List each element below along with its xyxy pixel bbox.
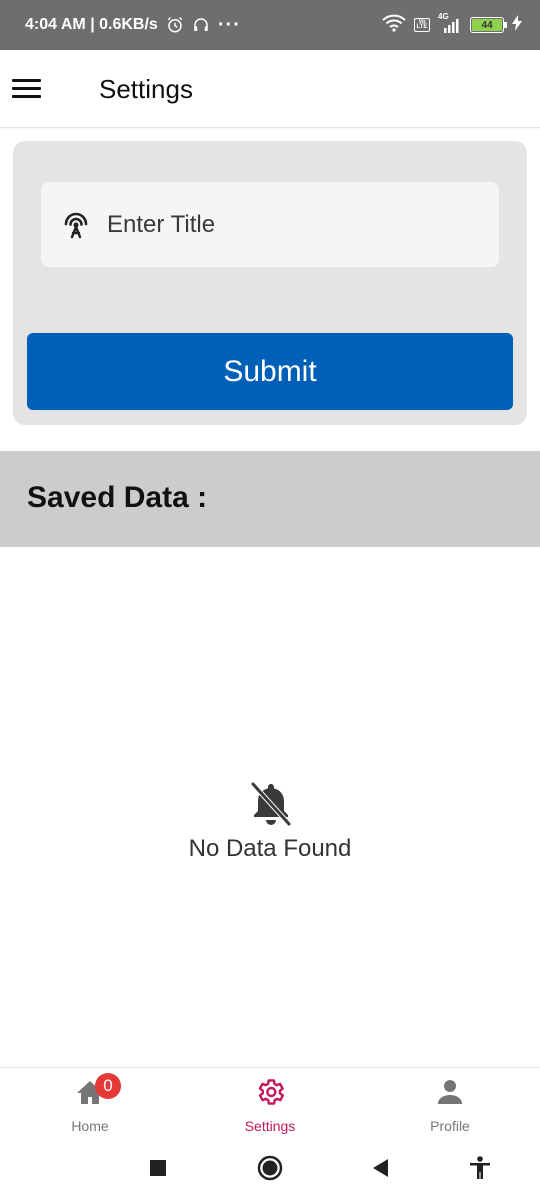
empty-state: No Data Found: [0, 780, 540, 870]
empty-message: No Data Found: [188, 835, 352, 862]
wifi-icon: [382, 14, 406, 37]
bottom-nav: 0 Home Settings Profile: [0, 1067, 540, 1143]
volte-icon: Vo LTE: [414, 18, 430, 32]
submit-button[interactable]: Submit: [27, 333, 513, 410]
nav-item-settings[interactable]: Settings: [180, 1068, 360, 1144]
system-nav-bar: [0, 1143, 540, 1200]
nav-label-settings: Settings: [244, 1118, 296, 1134]
signal-icon: 4G: [438, 12, 462, 34]
title-input[interactable]: [107, 204, 487, 246]
hamburger-menu-icon[interactable]: [12, 76, 42, 102]
status-bar: 4:04 AM | 0.6KB/s ··· Vo LTE 4G 44: [0, 0, 540, 50]
status-left: 4:04 AM | 0.6KB/s ···: [25, 0, 241, 50]
headset-icon: [192, 16, 210, 34]
nav-label-home: Home: [71, 1118, 109, 1134]
battery-icon: 44: [470, 17, 507, 33]
recents-icon[interactable]: [143, 1153, 173, 1183]
form-card: Submit: [13, 141, 527, 425]
more-indicator: ···: [217, 13, 241, 36]
notification-badge: 0: [95, 1073, 121, 1099]
status-time: 4:04 AM | 0.6KB/s: [25, 16, 158, 33]
nav-label-profile: Profile: [430, 1118, 470, 1134]
nav-item-profile[interactable]: Profile: [360, 1068, 540, 1144]
saved-data-heading: Saved Data :: [27, 481, 208, 514]
page-title: Settings: [99, 74, 193, 104]
battery-level: 44: [472, 19, 502, 31]
nav-item-home[interactable]: 0 Home: [0, 1068, 180, 1144]
home-circle-icon[interactable]: [255, 1153, 285, 1183]
status-right: Vo LTE 4G 44: [382, 0, 522, 50]
alarm-icon: [166, 16, 184, 34]
antenna-icon: [60, 208, 92, 240]
person-icon: [434, 1076, 466, 1108]
gear-icon: [254, 1076, 286, 1108]
app-bar: Settings: [0, 50, 540, 128]
screen: 4:04 AM | 0.6KB/s ··· Vo LTE 4G 44 Setti…: [0, 0, 540, 1200]
title-field[interactable]: [41, 182, 499, 267]
back-icon[interactable]: [366, 1153, 396, 1183]
accessibility-icon[interactable]: [465, 1153, 495, 1183]
saved-data-header: Saved Data :: [0, 451, 540, 547]
charging-icon: [512, 14, 522, 36]
notifications-off-icon: [249, 780, 293, 828]
